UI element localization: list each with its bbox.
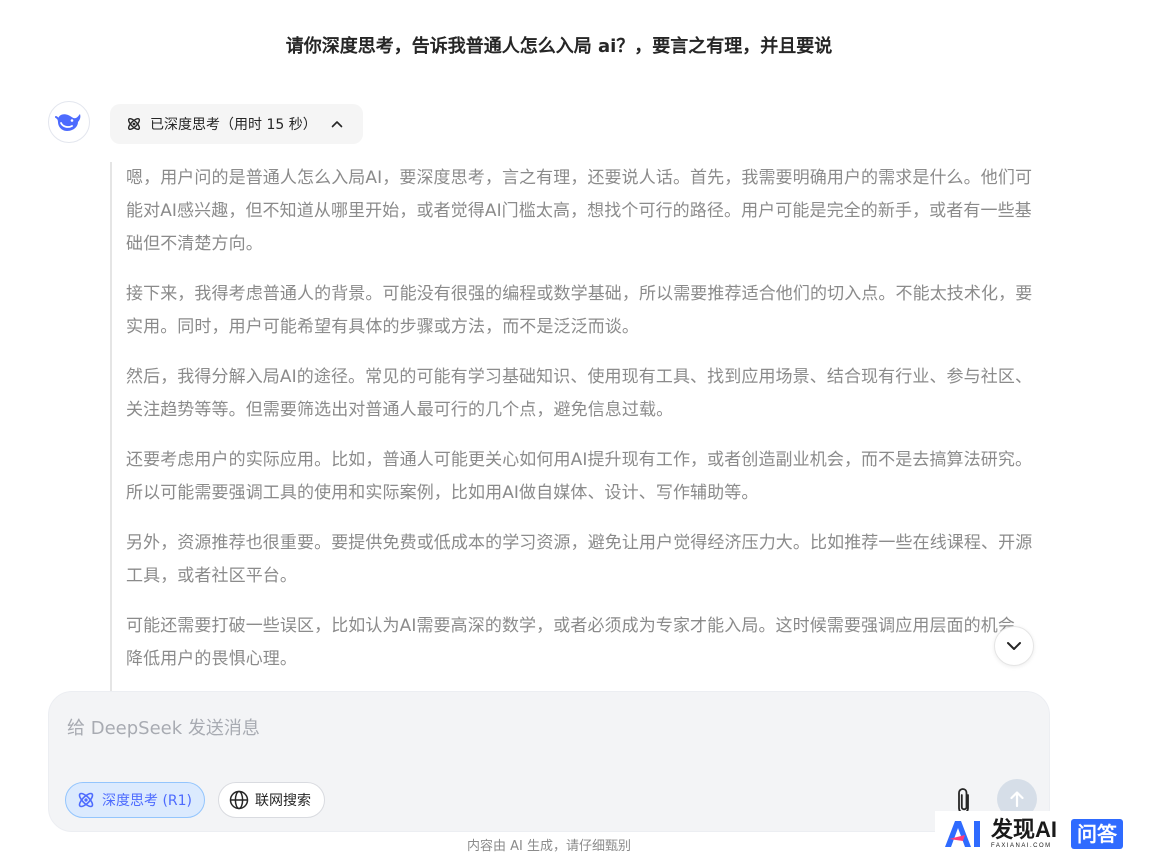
user-question: 请你深度思考，告诉我普通人怎么入局 ai？，要言之有理，并且要说 — [285, 36, 833, 57]
reasoning-paragraph: 另外，资源推荐也很重要。要提供免费或低成本的学习资源，避免让用户觉得经济压力大。… — [126, 533, 1033, 586]
web-search-label: 联网搜索 — [255, 793, 311, 809]
reasoning-paragraph: 然后，我得分解入局AI的途径。常见的可能有学习基础知识、使用现有工具、找到应用场… — [126, 367, 1033, 420]
reasoning-toggle-label: 已深度思考（用时 15 秒） — [150, 117, 317, 133]
watermark-brand: 发现AI — [991, 817, 1058, 842]
deepseek-whale-icon — [55, 114, 81, 131]
reasoning-paragraph: 嗯，用户问的是普通人怎么入局AI，要深度思考，言之有理，还要说人话。首先，我需要… — [126, 168, 1033, 254]
ai-disclaimer: 内容由 AI 生成，请仔细甄别 — [467, 839, 631, 854]
web-search-toggle[interactable]: 联网搜索 — [218, 782, 325, 818]
deep-think-label: 深度思考 (R1) — [102, 793, 193, 809]
message-input[interactable] — [67, 708, 927, 748]
watermark-logo-icon — [945, 821, 980, 847]
reasoning-paragraph: 接下来，我得考虑普通人的背景。可能没有很强的编程或数学基础，所以需要推荐适合他们… — [126, 284, 1033, 337]
atom-icon — [78, 792, 94, 808]
watermark-domain: FAXIANAI.COM — [991, 843, 1052, 849]
watermark-tag: 问答 — [1071, 819, 1124, 849]
atom-icon — [127, 117, 141, 131]
deep-think-toggle[interactable]: 深度思考 (R1) — [65, 782, 205, 818]
chevron-up-icon — [331, 120, 343, 128]
assistant-avatar — [48, 101, 90, 143]
reasoning-toggle[interactable]: 已深度思考（用时 15 秒） — [110, 104, 363, 144]
scroll-to-bottom-button[interactable] — [994, 626, 1034, 666]
globe-icon — [229, 790, 249, 810]
message-composer: 深度思考 (R1) 联网搜索 — [48, 691, 1050, 832]
reasoning-paragraph: 还要考虑用户的实际应用。比如，普通人可能更关心如何用AI提升现有工作，或者创造副… — [126, 450, 1033, 503]
watermark: 发现AI FAXIANAI.COM 问答 — [935, 811, 1160, 857]
chevron-down-icon — [1007, 642, 1021, 650]
reasoning-paragraph: 可能还需要打破一些误区，比如认为AI需要高深的数学，或者必须成为专家才能入局。这… — [126, 616, 1033, 669]
arrow-up-icon — [1010, 791, 1024, 808]
reasoning-content: 嗯，用户问的是普通人怎么入局AI，要深度思考，言之有理，还要说人话。首先，我需要… — [110, 162, 1040, 692]
